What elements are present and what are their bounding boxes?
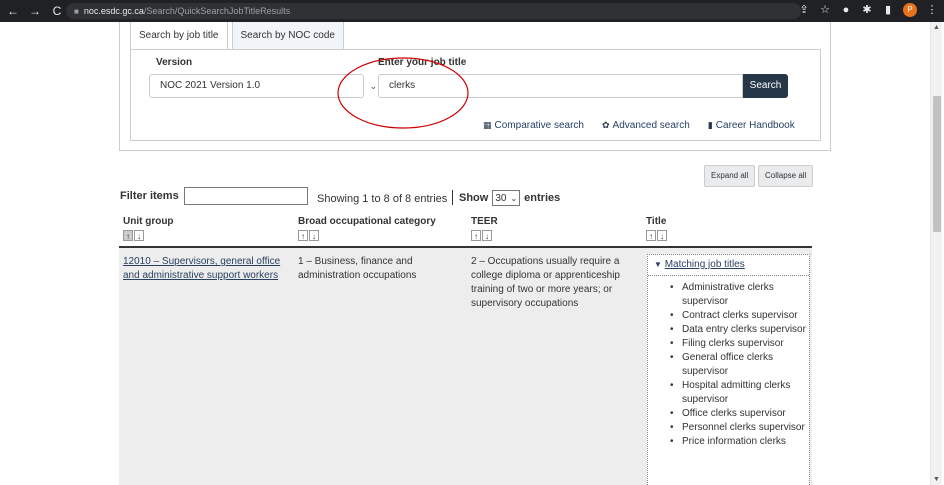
filter-input[interactable] <box>184 187 308 205</box>
menu-kebab-icon[interactable]: ⋮ <box>926 3 938 17</box>
page-size-control: Show 30 ⌄ entries <box>459 190 560 206</box>
comparative-search-label: Comparative search <box>494 120 584 131</box>
matching-titles-list: Administrative clerks supervisor Contrac… <box>648 276 809 449</box>
sort-down-icon[interactable]: ↓ <box>134 230 144 241</box>
puzzle-icon[interactable]: ✱ <box>861 3 873 17</box>
header-title[interactable]: Title <box>646 216 666 227</box>
sort-down-icon[interactable]: ↓ <box>482 230 492 241</box>
book-icon: ▮ <box>707 120 713 130</box>
list-item: Hospital admitting clerks supervisor <box>662 379 809 407</box>
list-item: General office clerks supervisor <box>662 351 809 379</box>
career-handbook-link[interactable]: ▮ Career Handbook <box>708 120 795 131</box>
list-item: Administrative clerks supervisor <box>662 281 809 309</box>
url-host: noc.esdc.gc.ca <box>83 6 144 16</box>
career-handbook-label: Career Handbook <box>715 120 795 131</box>
sort-down-icon[interactable]: ↓ <box>657 230 667 241</box>
show-label: Show <box>459 192 489 204</box>
expand-all-button[interactable]: Expand all <box>704 165 756 187</box>
page-size-select[interactable]: 30 ⌄ <box>492 190 521 206</box>
chevron-down-icon: ⌄ <box>510 193 518 203</box>
advanced-search-label: Advanced search <box>612 120 690 131</box>
version-select[interactable]: NOC 2021 Version 1.0 ⌄ <box>149 74 377 98</box>
job-title-label: Enter your job title <box>378 57 467 68</box>
list-item: Contract clerks supervisor <box>662 309 809 323</box>
search-tabs: Search by job title Search by NOC code <box>130 22 344 50</box>
header-teer[interactable]: TEER <box>471 216 498 227</box>
list-item: Office clerks supervisor <box>662 407 809 421</box>
address-bar[interactable]: ■ noc.esdc.gc.ca /Search/QuickSearchJobT… <box>66 3 801 19</box>
cell-teer: 2 – Occupations usually require a colleg… <box>471 256 620 309</box>
page-scrollbar[interactable]: ▲ ▼ <box>930 22 942 485</box>
list-item: Data entry clerks supervisor <box>662 323 809 337</box>
url-path: /Search/QuickSearchJobTitleResults <box>143 6 291 16</box>
header-unit-group[interactable]: Unit group <box>123 216 174 227</box>
version-value: NOC 2021 Version 1.0 <box>160 80 261 91</box>
version-label: Version <box>156 57 193 68</box>
scroll-up-icon[interactable]: ▲ <box>933 24 940 31</box>
sidepanel-icon[interactable]: ▮ <box>882 3 894 17</box>
job-title-input[interactable]: clerks <box>378 74 743 98</box>
sort-title: ↑ ↓ <box>646 230 667 241</box>
advanced-search-link[interactable]: ✿ Advanced search <box>602 120 690 131</box>
filter-label: Filter items <box>120 190 179 202</box>
search-links: ▦ Comparative search ✿ Advanced search ▮… <box>483 120 795 131</box>
list-item: Personnel clerks supervisor <box>662 421 809 435</box>
extension-icon[interactable]: ● <box>840 3 852 17</box>
sort-down-icon[interactable]: ↓ <box>309 230 319 241</box>
sort-up-icon[interactable]: ↑ <box>298 230 308 241</box>
entries-label: entries <box>524 192 561 204</box>
sort-up-icon[interactable]: ↑ <box>646 230 656 241</box>
scroll-thumb[interactable] <box>933 96 941 232</box>
entries-info: Showing 1 to 8 of 8 entries <box>317 193 448 205</box>
comparative-search-link[interactable]: ▦ Comparative search <box>483 120 584 131</box>
matching-titles-panel: ▼ Matching job titles Administrative cle… <box>647 254 810 485</box>
sort-up-icon[interactable]: ↑ <box>471 230 481 241</box>
cell-unit-group: 12010 – Supervisors, general office and … <box>123 255 293 283</box>
triangle-down-icon: ▼ <box>654 260 662 269</box>
chevron-down-icon: ⌄ <box>369 81 377 91</box>
unit-group-link[interactable]: 12010 – Supervisors, general office and … <box>123 256 280 281</box>
search-panel: Search by job title Search by NOC code V… <box>119 22 831 151</box>
search-button[interactable]: Search <box>743 74 788 98</box>
sort-broad-category: ↑ ↓ <box>298 230 319 241</box>
reload-icon[interactable]: C <box>48 4 66 18</box>
browser-toolbar: ← → C ■ noc.esdc.gc.ca /Search/QuickSear… <box>0 0 944 22</box>
forward-icon[interactable]: → <box>26 4 44 18</box>
header-broad-category[interactable]: Broad occupational category <box>298 216 436 227</box>
sort-up-icon[interactable]: ↑ <box>123 230 133 241</box>
grid-icon: ▦ <box>483 120 492 130</box>
matching-titles-link[interactable]: Matching job titles <box>665 259 745 270</box>
gear-icon: ✿ <box>602 120 610 130</box>
tab-search-by-noc-code[interactable]: Search by NOC code <box>231 22 344 50</box>
share-icon[interactable]: ⇪ <box>798 3 810 17</box>
sort-teer: ↑ ↓ <box>471 230 492 241</box>
cell-broad-category: 1 – Business, finance and administration… <box>298 256 417 281</box>
scroll-down-icon[interactable]: ▼ <box>933 476 940 483</box>
matching-titles-toggle[interactable]: ▼ Matching job titles <box>648 255 809 276</box>
collapse-all-button[interactable]: Collapse all <box>758 165 814 187</box>
bookmark-star-icon[interactable]: ☆ <box>819 3 831 17</box>
tab-search-by-job-title[interactable]: Search by job title <box>130 22 228 50</box>
sort-unit-group: ↑ ↓ <box>123 230 144 241</box>
back-icon[interactable]: ← <box>4 4 22 18</box>
profile-avatar[interactable]: P <box>903 3 917 17</box>
list-item: Filing clerks supervisor <box>662 337 809 351</box>
lock-icon: ■ <box>74 6 79 16</box>
search-form: Version NOC 2021 Version 1.0 ⌄ Enter you… <box>130 49 821 141</box>
job-title-value: clerks <box>389 80 416 91</box>
divider <box>452 190 453 205</box>
list-item: Price information clerks <box>662 435 809 449</box>
page-size-value: 30 <box>495 192 507 204</box>
